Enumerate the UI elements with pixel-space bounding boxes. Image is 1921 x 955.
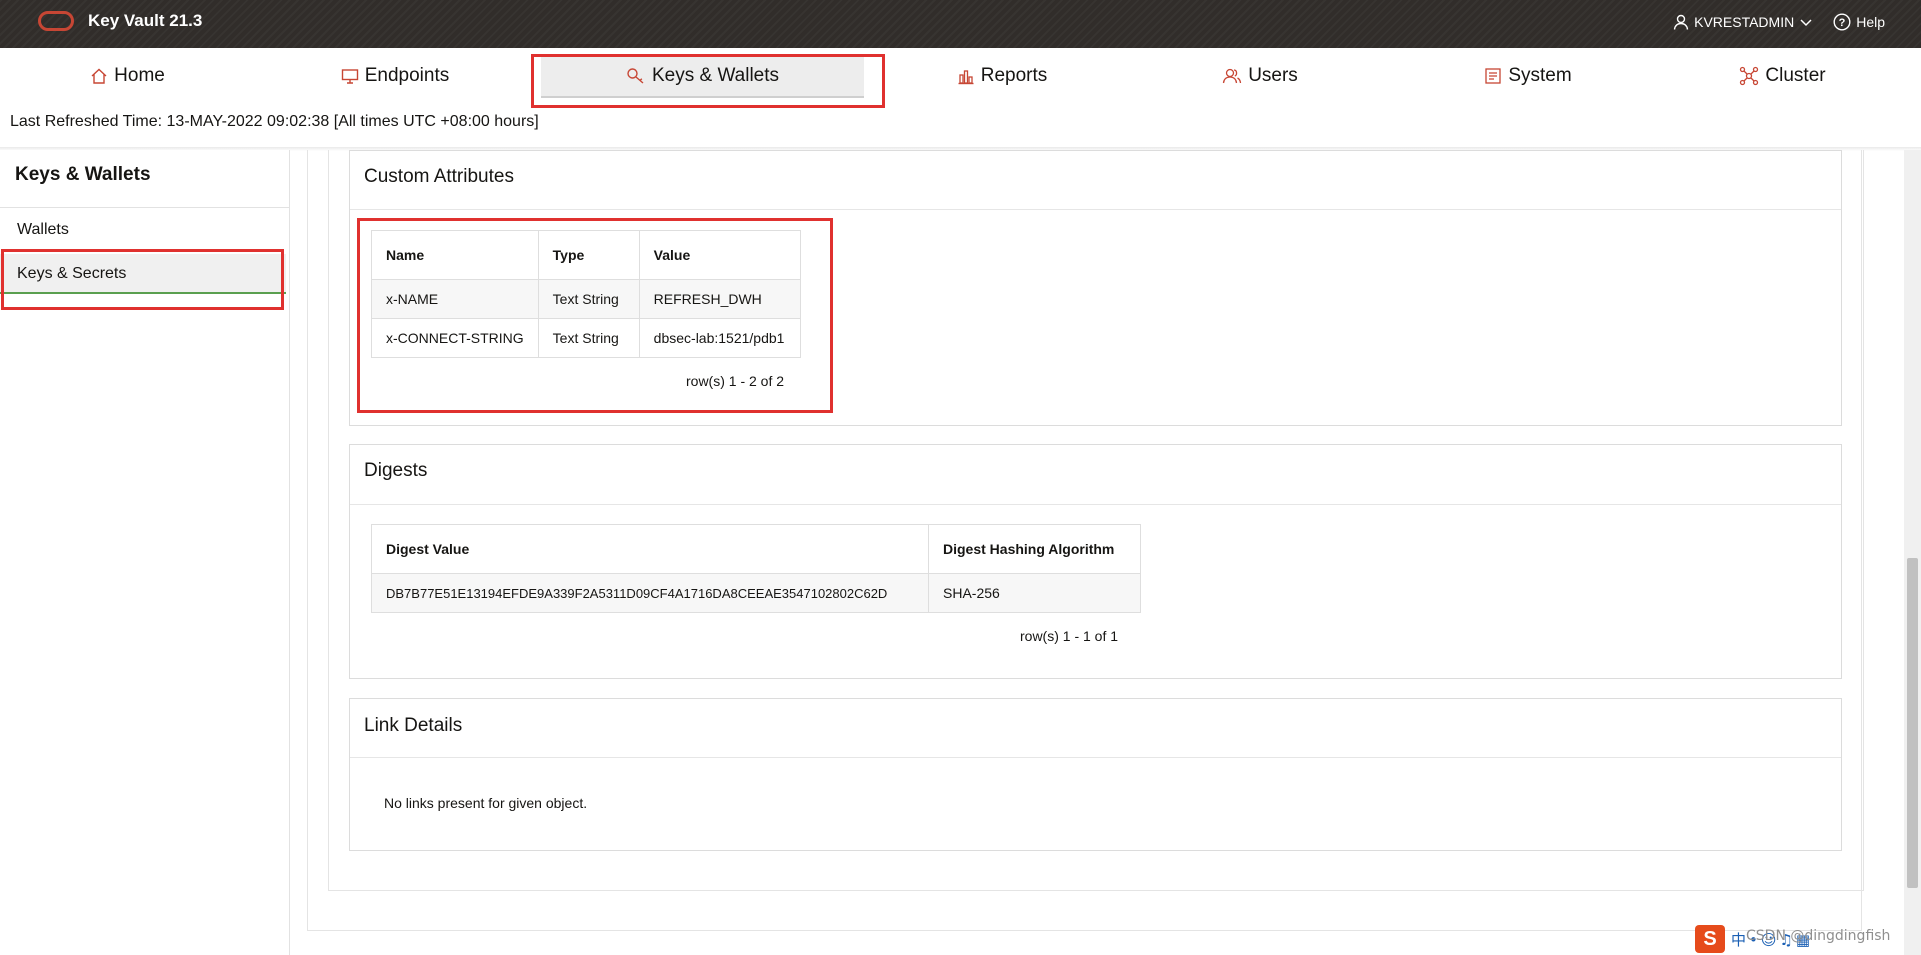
help-label: Help [1856,14,1885,30]
sidebar-item-keys-secrets[interactable]: Keys & Secrets [0,254,286,294]
tab-system-label: System [1508,65,1572,86]
users-icon [1223,68,1242,84]
digests-region: Digests Digest Value Digest Hashing Algo… [349,444,1842,679]
main-navigation: Home Endpoints Keys & Wallets Reports Us… [0,48,1921,106]
cell-type: Text String [537,318,640,358]
svg-text:?: ? [1839,17,1846,29]
oracle-logo-icon [38,11,74,31]
cell-name: x-NAME [371,279,539,319]
tab-endpoints-label: Endpoints [364,65,450,86]
column-header-type[interactable]: Type [537,230,640,280]
ime-logo-icon: S [1695,925,1725,953]
user-menu[interactable]: KVRESTADMIN [1673,14,1813,30]
watermark-text: CSDN @dingdingfish [1746,928,1891,944]
custom-attributes-table: Name Type Value x-NAME Text String REFRE… [371,230,801,358]
pagination-text: row(s) 1 - 1 of 1 [1020,628,1119,644]
tab-endpoints[interactable]: Endpoints [330,56,460,96]
scrollbar-thumb[interactable] [1907,558,1918,888]
table-row: DB7B77E51E13194EFDE9A339F2A5311D09CF4A17… [371,573,1141,613]
cell-value: REFRESH_DWH [638,279,801,319]
system-icon [1485,68,1501,84]
tab-home[interactable]: Home [70,56,185,96]
tab-reports[interactable]: Reports [947,56,1057,96]
sidebar: Keys & Wallets Wallets Keys & Secrets [0,150,290,955]
tab-cluster[interactable]: Cluster [1720,56,1845,96]
table-header-row: Digest Value Digest Hashing Algorithm [371,524,1141,574]
column-header-digest-value[interactable]: Digest Value [371,524,929,574]
pagination-text: row(s) 1 - 2 of 2 [686,373,785,389]
link-details-title: Link Details [364,715,463,736]
tab-users-label: Users [1248,65,1298,86]
column-header-name[interactable]: Name [371,230,539,280]
app-title: Key Vault 21.3 [88,11,203,30]
region-divider [350,757,1841,758]
chevron-down-icon [1800,19,1812,27]
cell-digest-algorithm: SHA-256 [928,573,1141,613]
help-link[interactable]: ? Help [1833,13,1885,31]
tab-keys-wallets[interactable]: Keys & Wallets [541,56,864,98]
no-links-message: No links present for given object. [384,795,588,811]
user-name: KVRESTADMIN [1694,14,1795,30]
tab-reports-label: Reports [980,65,1048,86]
cell-type: Text String [537,279,640,319]
monitor-icon [341,69,358,84]
custom-attributes-title: Custom Attributes [364,166,514,187]
sidebar-item-wallets[interactable]: Wallets [0,210,289,250]
sidebar-divider [0,207,289,208]
custom-attributes-region: Custom Attributes Name Type Value x-NAME… [349,150,1842,426]
cell-digest-value: DB7B77E51E13194EFDE9A339F2A5311D09CF4A17… [371,573,929,613]
bar-chart-icon [958,70,974,85]
digests-title: Digests [364,460,428,481]
table-row: x-NAME Text String REFRESH_DWH [371,279,801,319]
top-header-bar: Key Vault 21.3 KVRESTADMIN ? Help [0,0,1921,48]
region-divider [350,209,1841,210]
last-refreshed-time: Last Refreshed Time: 13-MAY-2022 09:02:3… [10,113,539,130]
vertical-scrollbar[interactable] [1904,150,1921,955]
home-icon [91,68,107,84]
tab-cluster-label: Cluster [1765,65,1826,86]
sidebar-title: Keys & Wallets [15,164,151,185]
table-header-row: Name Type Value [371,230,801,280]
tab-keys-wallets-label: Keys & Wallets [651,65,780,86]
tab-system[interactable]: System [1463,56,1593,96]
user-icon [1673,14,1689,30]
brand[interactable]: Key Vault 21.3 [38,11,202,31]
tab-home-label: Home [114,65,165,86]
digests-table: Digest Value Digest Hashing Algorithm DB… [371,524,1141,613]
cell-value: dbsec-lab:1521/pdb1 [638,318,801,358]
key-icon [627,68,644,84]
cluster-icon [1740,66,1759,86]
cell-name: x-CONNECT-STRING [371,318,539,358]
help-icon: ? [1833,13,1851,31]
column-header-digest-algorithm[interactable]: Digest Hashing Algorithm [928,524,1141,574]
table-row: x-CONNECT-STRING Text String dbsec-lab:1… [371,318,801,358]
column-header-value[interactable]: Value [638,230,801,280]
tab-users[interactable]: Users [1210,56,1310,96]
link-details-region: Link Details No links present for given … [349,698,1842,851]
region-divider [350,504,1841,505]
